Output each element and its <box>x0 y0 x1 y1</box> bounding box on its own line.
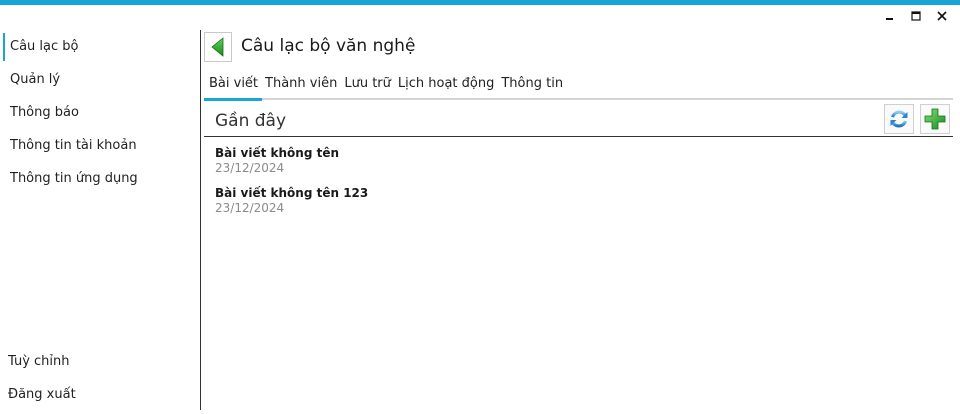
close-icon <box>937 11 947 21</box>
tab-bar: Bài viết Thành viên Lưu trữ Lịch hoạt độ… <box>207 76 568 97</box>
add-button[interactable] <box>920 104 950 134</box>
post-item[interactable]: Bài viết không tên 23/12/2024 <box>215 146 339 175</box>
section-divider <box>204 136 953 137</box>
close-button[interactable] <box>934 9 950 23</box>
tab-schedule[interactable]: Lịch hoạt động <box>396 76 496 97</box>
window-accent-bar <box>0 0 960 5</box>
window-controls <box>882 9 950 23</box>
sidebar: Câu lạc bộ Quản lý Thông báo Thông tin t… <box>0 30 200 414</box>
main-content: Câu lạc bộ văn nghệ Bài viết Thành viên … <box>204 30 956 410</box>
sidebar-item-logout[interactable]: Đăng xuất <box>2 381 76 409</box>
minimize-button[interactable] <box>882 9 898 23</box>
back-button[interactable] <box>204 32 232 62</box>
sidebar-item-account-info[interactable]: Thông tin tài khoản <box>4 132 137 160</box>
maximize-icon <box>911 11 921 21</box>
sidebar-divider <box>200 30 201 410</box>
post-date: 23/12/2024 <box>215 201 285 215</box>
tab-posts[interactable]: Bài viết <box>207 76 260 97</box>
tab-active-indicator <box>204 98 262 101</box>
section-header: Gần đây <box>204 102 953 137</box>
page-title: Câu lạc bộ văn nghệ <box>241 36 416 56</box>
sidebar-item-customize[interactable]: Tuỳ chỉnh <box>2 348 70 376</box>
sidebar-item-app-info[interactable]: Thông tin ứng dụng <box>4 165 138 193</box>
sidebar-item-club[interactable]: Câu lạc bộ <box>3 33 78 61</box>
sidebar-item-manage[interactable]: Quản lý <box>4 66 60 94</box>
section-title: Gần đây <box>215 111 287 131</box>
refresh-button[interactable] <box>884 104 914 134</box>
post-title: Bài viết không tên 123 <box>215 186 369 200</box>
back-arrow-icon <box>211 37 224 57</box>
post-date: 23/12/2024 <box>215 161 285 175</box>
tab-archive[interactable]: Lưu trữ <box>342 76 393 97</box>
tab-underline <box>204 98 953 100</box>
add-icon <box>924 108 946 130</box>
maximize-button[interactable] <box>908 9 924 23</box>
tab-info[interactable]: Thông tin <box>499 76 565 97</box>
tab-members[interactable]: Thành viên <box>263 76 339 97</box>
refresh-icon <box>890 110 908 128</box>
post-item[interactable]: Bài viết không tên 123 23/12/2024 <box>215 186 368 215</box>
post-title: Bài viết không tên <box>215 146 340 160</box>
sidebar-item-notifications[interactable]: Thông báo <box>4 99 79 127</box>
minimize-icon <box>886 18 893 20</box>
